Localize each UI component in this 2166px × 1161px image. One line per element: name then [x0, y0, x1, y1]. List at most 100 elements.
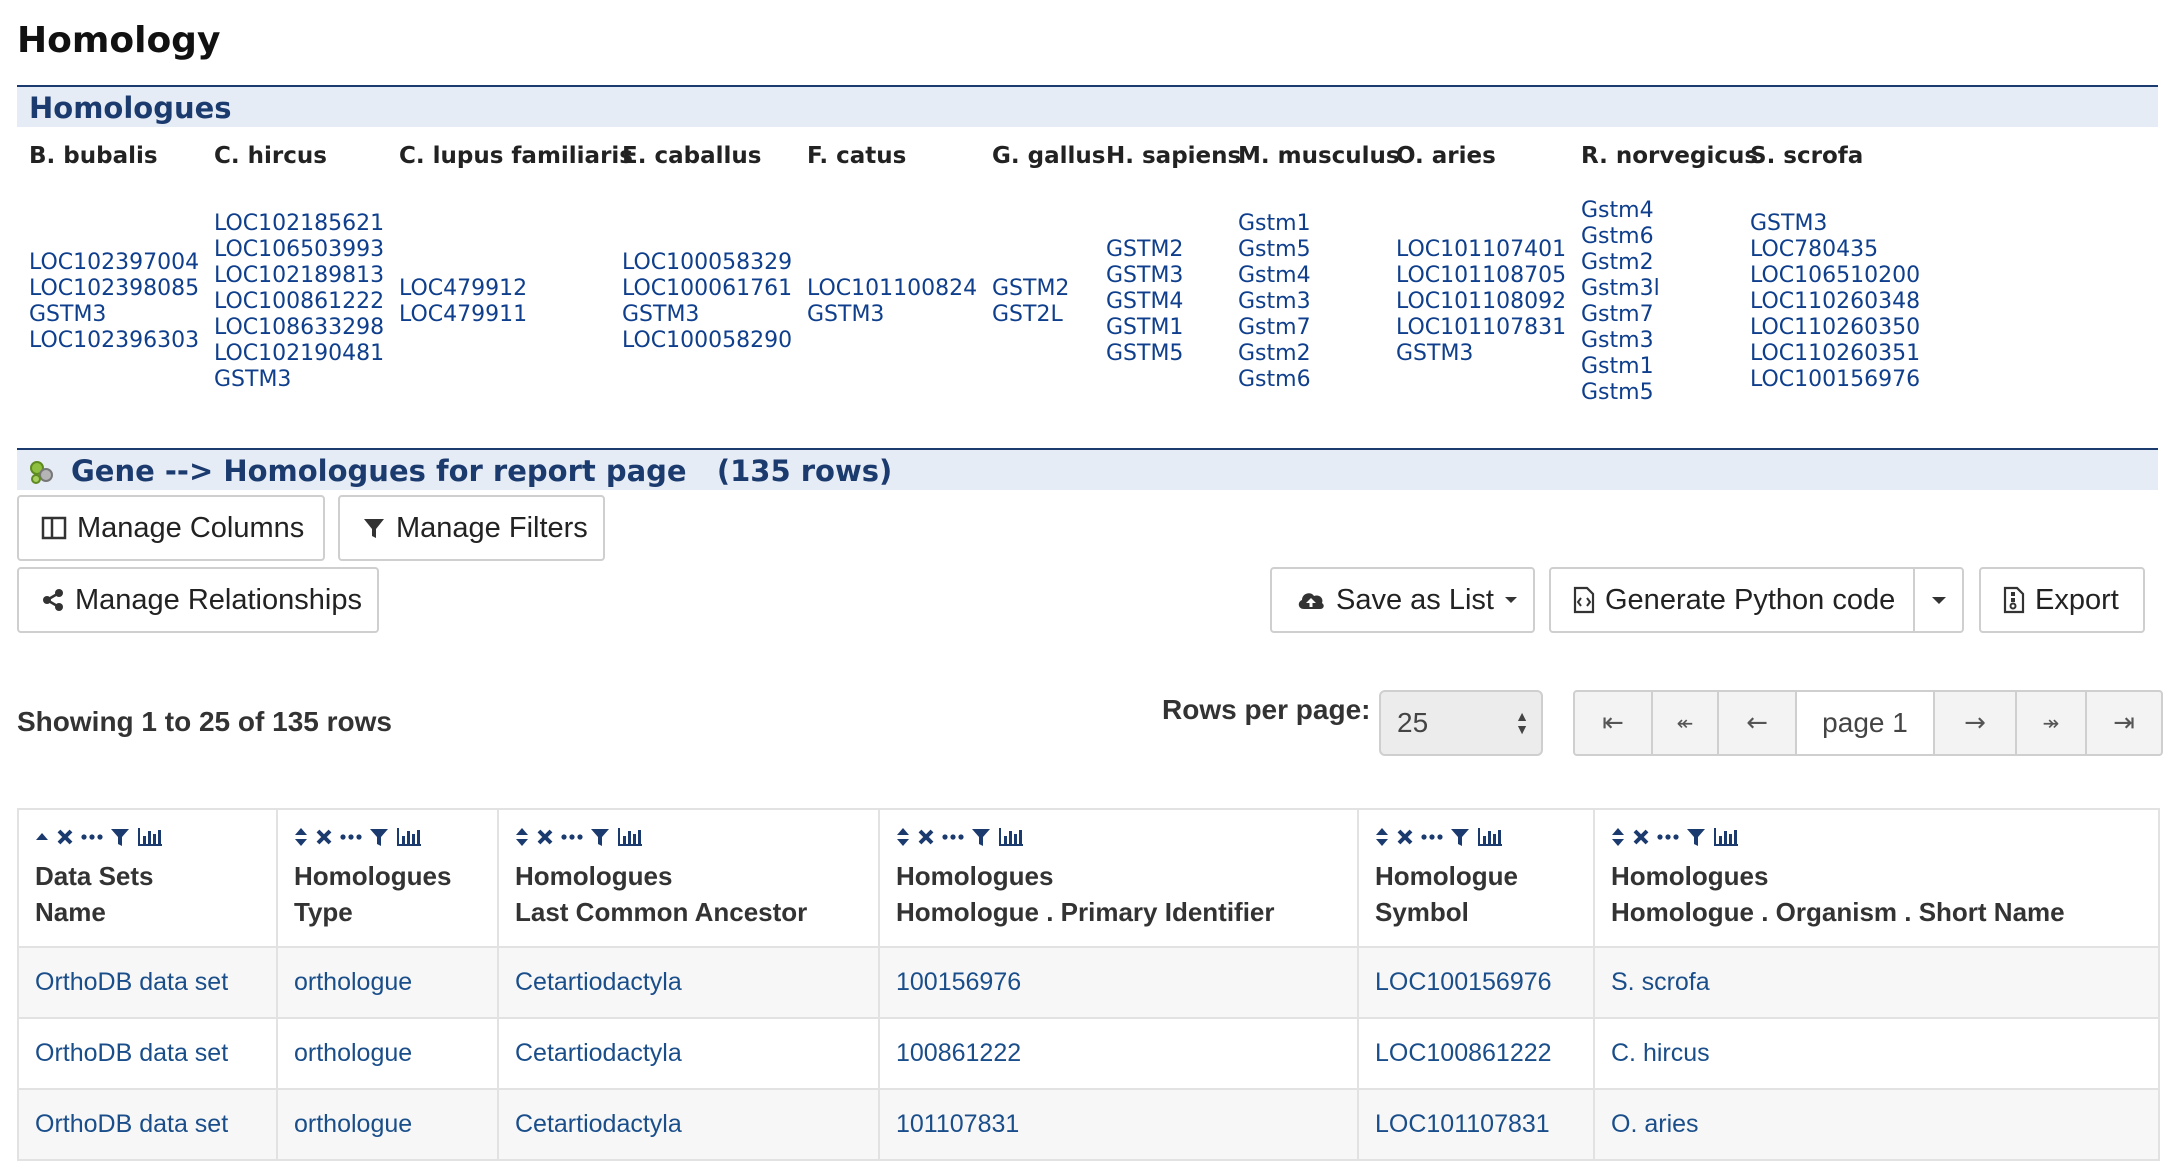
organism-column: H. sapiens GSTM2 GSTM3 GSTM4 GSTM1 GSTM5: [1106, 138, 1241, 366]
fast-back-button[interactable]: ↞: [1653, 692, 1719, 754]
table-cell[interactable]: S. scrofa: [1593, 946, 2160, 1019]
gene-link[interactable]: LOC110260348: [1750, 289, 2010, 315]
filter-icon[interactable]: [110, 827, 130, 847]
rows-per-page-label: Rows per page:: [1162, 694, 1371, 725]
remove-column-icon[interactable]: [917, 828, 935, 846]
gene-link[interactable]: Gstm1: [1238, 211, 1498, 237]
next-page-button[interactable]: →: [1935, 692, 2017, 754]
generate-python-code-button[interactable]: Generate Python code: [1549, 567, 1915, 633]
column-tools: [294, 824, 483, 850]
more-options-icon[interactable]: [942, 833, 964, 841]
table-cell[interactable]: Cetartiodactyla: [497, 946, 880, 1019]
sort-icon[interactable]: [896, 827, 910, 847]
manage-filters-label: Manage Filters: [396, 511, 588, 544]
sort-icon[interactable]: [1375, 827, 1389, 847]
table-cell[interactable]: 101107831: [878, 1088, 1359, 1161]
table-cell[interactable]: O. aries: [1593, 1088, 2160, 1161]
export-button[interactable]: Export: [1979, 567, 2145, 633]
gene-link[interactable]: LOC100058329: [622, 250, 882, 276]
table-cell[interactable]: LOC100156976: [1357, 946, 1595, 1019]
previous-page-button[interactable]: ←: [1719, 692, 1797, 754]
save-as-list-button[interactable]: Save as List: [1270, 567, 1535, 633]
table-cell[interactable]: LOC100861222: [1357, 1017, 1595, 1090]
table-cell[interactable]: orthologue: [276, 1017, 499, 1090]
remove-column-icon[interactable]: [1396, 828, 1414, 846]
remove-column-icon[interactable]: [56, 828, 74, 846]
table-cell[interactable]: OrthoDB data set: [17, 1088, 278, 1161]
gene-link[interactable]: LOC780435: [1750, 237, 2010, 263]
more-options-icon[interactable]: [1657, 833, 1679, 841]
table-cell[interactable]: 100156976: [878, 946, 1359, 1019]
manage-filters-button[interactable]: Manage Filters: [338, 495, 605, 561]
last-page-button[interactable]: ⇥: [2087, 692, 2161, 754]
table-cell[interactable]: C. hircus: [1593, 1017, 2160, 1090]
gene-link[interactable]: LOC100058290: [622, 328, 882, 354]
table-cell[interactable]: orthologue: [276, 1088, 499, 1161]
remove-column-icon[interactable]: [315, 828, 333, 846]
filter-icon: [362, 516, 386, 540]
more-options-icon[interactable]: [561, 833, 583, 841]
table-cell[interactable]: Cetartiodactyla: [497, 1088, 880, 1161]
table-cell[interactable]: OrthoDB data set: [17, 1017, 278, 1090]
sort-icon[interactable]: [35, 830, 49, 844]
filter-icon[interactable]: [590, 827, 610, 847]
organism-name: S. scrofa: [1750, 143, 1864, 169]
gene-link[interactable]: LOC106510200: [1750, 263, 2010, 289]
table-header-row: Data Sets Name Homologues Type Homologues Las…: [17, 808, 2160, 948]
gene-link[interactable]: LOC102190481: [214, 341, 474, 367]
filter-icon[interactable]: [1450, 827, 1470, 847]
select-updown-icon: ▲ ▼: [1515, 708, 1529, 737]
sort-icon[interactable]: [294, 827, 308, 847]
gene-link[interactable]: LOC106503993: [214, 237, 474, 263]
column-summary-icon[interactable]: [1477, 827, 1503, 847]
rows-per-page-select[interactable]: 25 ▲ ▼: [1379, 690, 1543, 756]
column-header-field: Homologue . Primary Identifier: [896, 897, 1275, 927]
python-options-dropdown[interactable]: [1913, 567, 1964, 633]
fast-forward-button[interactable]: ↠: [2017, 692, 2087, 754]
column-summary-icon[interactable]: [396, 827, 422, 847]
gene-link[interactable]: Gstm6: [1238, 367, 1498, 393]
current-page-input[interactable]: page 1: [1797, 692, 1935, 754]
more-options-icon[interactable]: [1421, 833, 1443, 841]
gene-link[interactable]: LOC110260350: [1750, 315, 2010, 341]
column-summary-icon[interactable]: [617, 827, 643, 847]
sort-icon[interactable]: [515, 827, 529, 847]
table-cell[interactable]: Cetartiodactyla: [497, 1017, 880, 1090]
gene-link[interactable]: GSTM3: [214, 367, 474, 393]
gene-link[interactable]: LOC100156976: [1750, 367, 2010, 393]
column-summary-icon[interactable]: [137, 827, 163, 847]
gene-link[interactable]: LOC479911: [399, 302, 659, 328]
organism-name: E. caballus: [622, 143, 762, 169]
manage-columns-button[interactable]: Manage Columns: [17, 495, 325, 561]
organism-column: B. bubalis LOC102397004 LOC102398085 GSTM3 L…: [29, 138, 199, 353]
arrow-left-icon: ←: [1746, 708, 1768, 738]
fast-back-icon: ↞: [1676, 711, 1694, 735]
first-page-button[interactable]: ⇤: [1575, 692, 1653, 754]
column-summary-icon[interactable]: [1713, 827, 1739, 847]
filter-icon[interactable]: [1686, 827, 1706, 847]
gene-link[interactable]: LOC110260351: [1750, 341, 2010, 367]
table-cell[interactable]: orthologue: [276, 946, 499, 1019]
remove-column-icon[interactable]: [1632, 828, 1650, 846]
manage-relationships-button[interactable]: Manage Relationships: [17, 567, 379, 633]
table-cell[interactable]: OrthoDB data set: [17, 946, 278, 1019]
organism-name: M. musculus: [1238, 143, 1400, 169]
gene-link[interactable]: LOC479912: [399, 276, 659, 302]
organism-column: O. aries LOC101107401 LOC101108705 LOC10110…: [1396, 138, 1566, 366]
table-cell[interactable]: 100861222: [878, 1017, 1359, 1090]
remove-column-icon[interactable]: [536, 828, 554, 846]
more-options-icon[interactable]: [81, 833, 103, 841]
caret-down-icon: [1931, 595, 1947, 605]
organism-column: S. scrofa GSTM3 LOC780435 LOC106510200 LOC11…: [1750, 138, 1920, 392]
gene-link[interactable]: GSTM3: [1750, 211, 2010, 237]
table-cell[interactable]: LOC101107831: [1357, 1088, 1595, 1161]
filter-icon[interactable]: [369, 827, 389, 847]
gene-homologues-section-header: Gene --> Homologues for report page (135…: [17, 448, 2158, 490]
gene-link[interactable]: LOC102185621: [214, 211, 474, 237]
more-options-icon[interactable]: [340, 833, 362, 841]
organism-column: F. catus LOC101100824 GSTM3: [807, 138, 977, 327]
filter-icon[interactable]: [971, 827, 991, 847]
sort-icon[interactable]: [1611, 827, 1625, 847]
column-tools: [515, 824, 864, 850]
column-summary-icon[interactable]: [998, 827, 1024, 847]
